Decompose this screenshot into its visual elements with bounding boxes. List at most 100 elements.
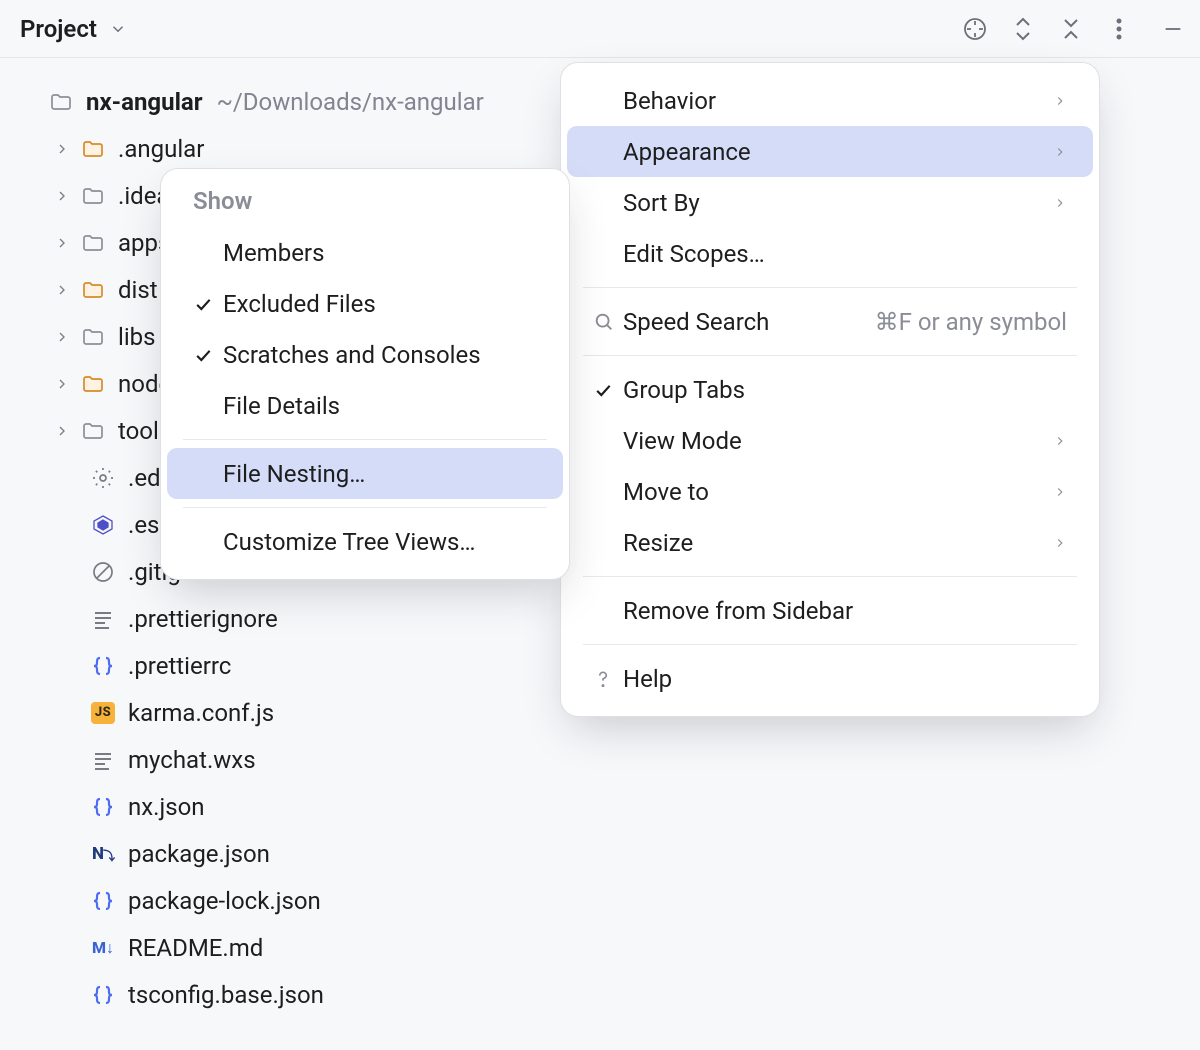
tree-node-label: .angular — [118, 135, 204, 163]
json-icon — [90, 653, 116, 679]
menu-separator — [583, 287, 1077, 288]
tree-file-row[interactable]: N⤵ package.json — [0, 830, 1200, 877]
menu-item-move-to[interactable]: Move to — [567, 466, 1093, 517]
chevron-right-icon — [1053, 94, 1067, 108]
appearance-submenu[interactable]: Show Members Excluded Files Scratches and C… — [160, 168, 570, 580]
folder-icon — [80, 183, 106, 209]
folder-icon — [80, 371, 106, 397]
tree-node-label: mychat.wxs — [128, 746, 256, 774]
folder-icon — [80, 230, 106, 256]
menu-item-label: File Nesting… — [223, 460, 537, 488]
menu-item-label: Customize Tree Views… — [223, 528, 537, 556]
folder-icon — [80, 136, 106, 162]
menu-item-label: Appearance — [623, 138, 1033, 166]
tree-node-label: package-lock.json — [128, 887, 321, 915]
eslint-icon — [90, 512, 116, 538]
menu-separator — [583, 355, 1077, 356]
menu-item-label: File Details — [223, 392, 537, 420]
chevron-right-icon — [52, 139, 72, 159]
tree-node-label: tsconfig.base.json — [128, 981, 324, 1009]
submenu-section-title: Show — [167, 181, 563, 227]
shortcut-hint: ⌘F or any symbol — [875, 308, 1067, 336]
menu-separator — [183, 439, 547, 440]
menu-item-help[interactable]: Help — [567, 653, 1093, 704]
menu-item-label: Group Tabs — [623, 376, 1067, 404]
project-panel-header: Project — [0, 0, 1200, 58]
check-icon — [193, 345, 223, 365]
js-icon: JS — [90, 700, 116, 726]
tree-file-row[interactable]: nx.json — [0, 783, 1200, 830]
menu-item-speed-search[interactable]: Speed Search⌘F or any symbol — [567, 296, 1093, 347]
submenu-item-excluded-files[interactable]: Excluded Files — [167, 278, 563, 329]
tree-node-label: nx.json — [128, 793, 205, 821]
menu-item-label: Behavior — [623, 87, 1033, 115]
tree-node-label: libs — [118, 323, 156, 351]
collapse-all-icon[interactable] — [1058, 16, 1084, 42]
submenu-item-file-details[interactable]: File Details — [167, 380, 563, 431]
npm-icon: N⤵ — [90, 841, 116, 867]
tree-node-label: package.json — [128, 840, 270, 868]
md-icon: M↓ — [90, 935, 116, 961]
menu-item-resize[interactable]: Resize — [567, 517, 1093, 568]
chevron-right-icon — [1053, 485, 1067, 499]
tree-node-label: .prettierrc — [128, 652, 231, 680]
menu-item-view-mode[interactable]: View Mode — [567, 415, 1093, 466]
tree-file-row[interactable]: M↓README.md — [0, 924, 1200, 971]
lines-icon — [90, 747, 116, 773]
chevron-right-icon — [1053, 196, 1067, 210]
folder-icon — [80, 277, 106, 303]
menu-item-label: Members — [223, 239, 537, 267]
menu-item-label: Remove from Sidebar — [623, 597, 1067, 625]
menu-item-sort-by[interactable]: Sort By — [567, 177, 1093, 228]
chevron-right-icon — [52, 233, 72, 253]
menu-item-label: Scratches and Consoles — [223, 341, 537, 369]
help-icon — [593, 667, 623, 691]
submenu-item-scratches-and-consoles[interactable]: Scratches and Consoles — [167, 329, 563, 380]
tree-node-label: .prettierignore — [128, 605, 278, 633]
submenu-item-members[interactable]: Members — [167, 227, 563, 278]
check-icon — [593, 380, 623, 400]
select-opened-file-icon[interactable] — [962, 16, 988, 42]
tree-node-label: karma.conf.js — [128, 699, 274, 727]
chevron-right-icon — [52, 186, 72, 206]
menu-item-remove-from-sidebar[interactable]: Remove from Sidebar — [567, 585, 1093, 636]
chevron-right-icon — [1053, 536, 1067, 550]
chevron-right-icon — [52, 374, 72, 394]
folder-icon — [80, 418, 106, 444]
lines-icon — [90, 606, 116, 632]
menu-item-label: Move to — [623, 478, 1033, 506]
check-icon — [193, 294, 223, 314]
chevron-down-icon — [20, 92, 40, 112]
minimize-icon[interactable] — [1160, 16, 1186, 42]
more-options-icon[interactable] — [1106, 16, 1132, 42]
menu-item-label: View Mode — [623, 427, 1033, 455]
menu-separator — [183, 507, 547, 508]
menu-separator — [583, 576, 1077, 577]
root-name: nx-angular — [86, 88, 203, 116]
panel-options-menu[interactable]: Behavior Appearance Sort ByEdit Scopes… Spe… — [560, 62, 1100, 717]
root-path: ~/Downloads/nx-angular — [217, 88, 484, 116]
json-icon — [90, 982, 116, 1008]
menu-item-behavior[interactable]: Behavior — [567, 75, 1093, 126]
tree-file-row[interactable]: package-lock.json — [0, 877, 1200, 924]
tree-node-label: dist — [118, 276, 158, 304]
expand-collapse-icon[interactable] — [1010, 16, 1036, 42]
menu-item-group-tabs[interactable]: Group Tabs — [567, 364, 1093, 415]
folder-icon — [48, 89, 74, 115]
gear-icon — [90, 465, 116, 491]
chevron-right-icon — [52, 421, 72, 441]
menu-item-label: Help — [623, 665, 1067, 693]
menu-item-appearance[interactable]: Appearance — [567, 126, 1093, 177]
submenu-item-customize-tree-views[interactable]: Customize Tree Views… — [167, 516, 563, 567]
project-title-dropdown[interactable]: Project — [20, 15, 131, 43]
ignore-icon — [90, 559, 116, 585]
chevron-right-icon — [1053, 145, 1067, 159]
menu-separator — [583, 644, 1077, 645]
json-icon — [90, 794, 116, 820]
menu-item-edit-scopes-[interactable]: Edit Scopes… — [567, 228, 1093, 279]
tree-file-row[interactable]: tsconfig.base.json — [0, 971, 1200, 1018]
tree-file-row[interactable]: mychat.wxs — [0, 736, 1200, 783]
submenu-item-file-nesting[interactable]: File Nesting… — [167, 448, 563, 499]
project-title-text: Project — [20, 15, 97, 43]
folder-icon — [80, 324, 106, 350]
